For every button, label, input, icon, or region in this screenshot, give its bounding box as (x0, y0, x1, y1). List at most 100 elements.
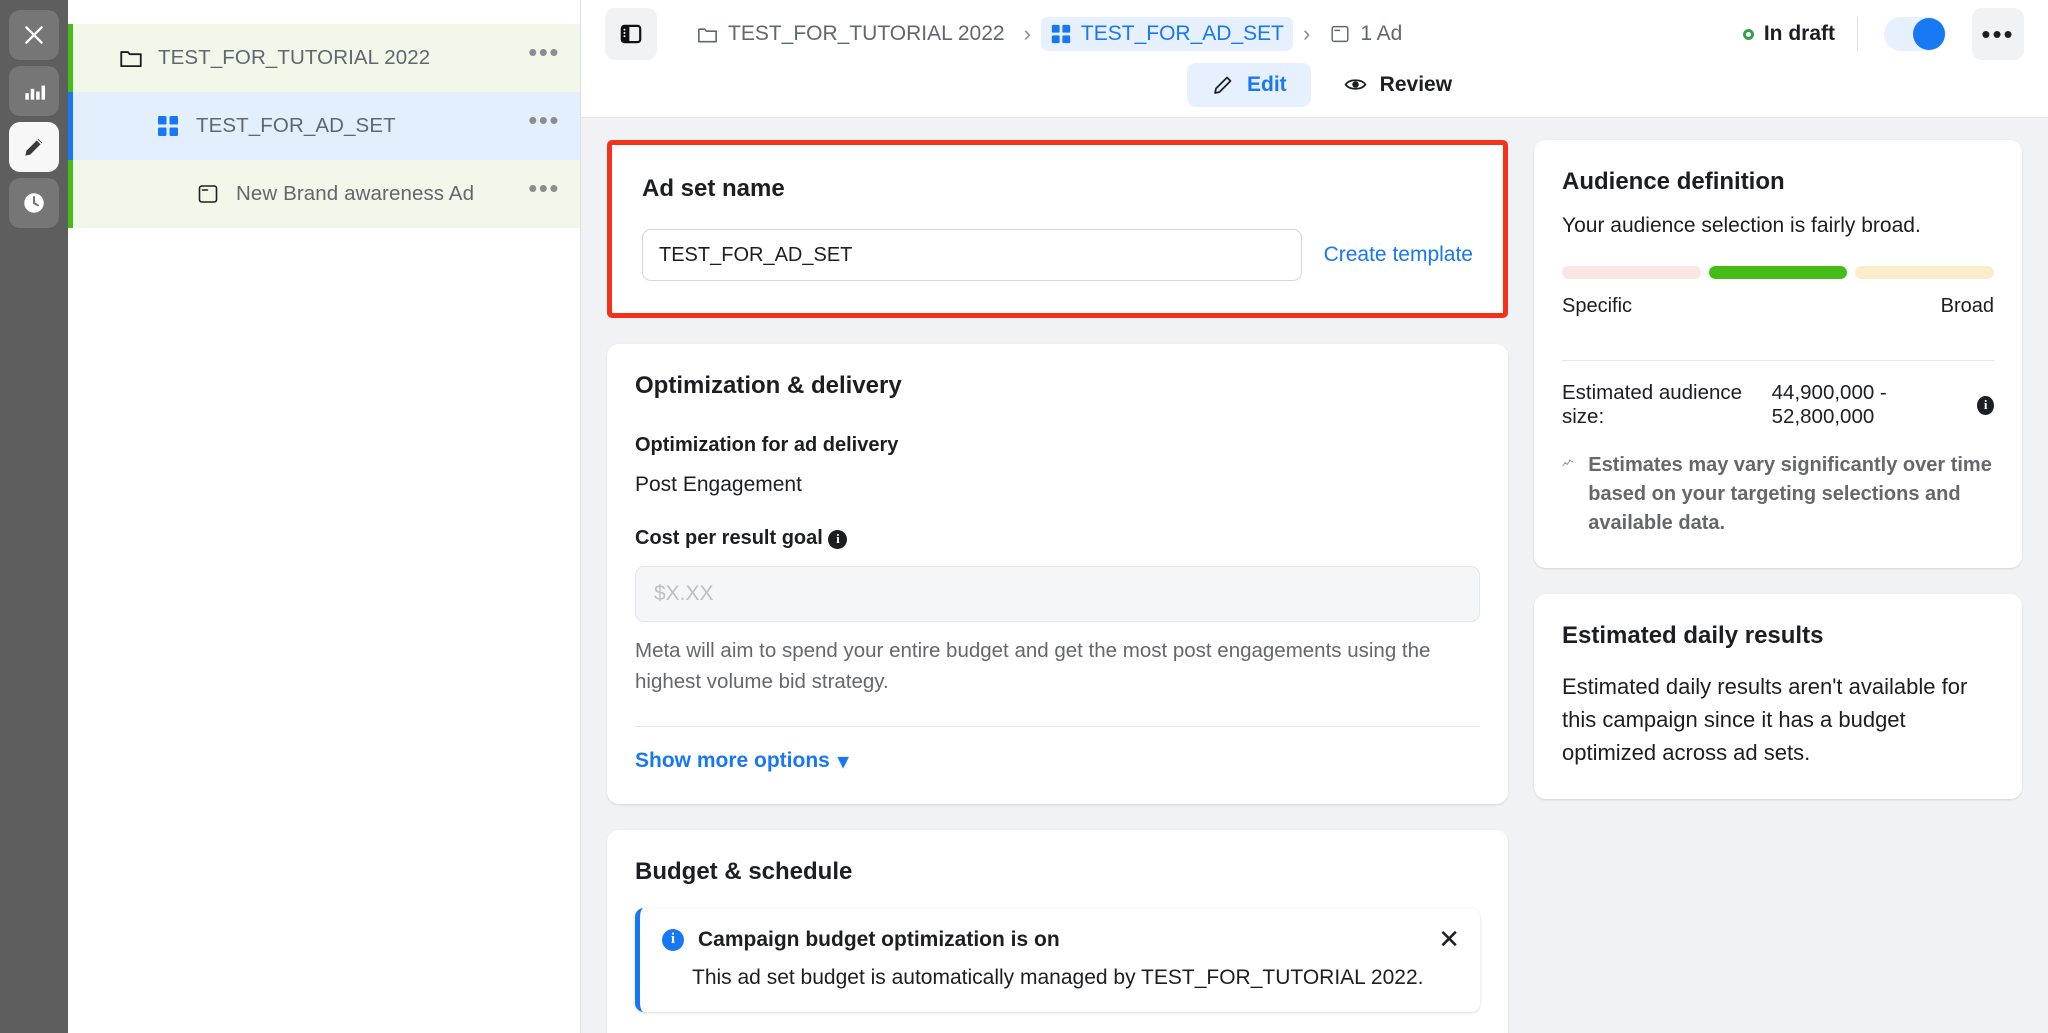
pencil-icon (25, 138, 43, 156)
reporting-button[interactable] (9, 66, 59, 116)
create-template-link[interactable]: Create template (1324, 243, 1473, 267)
tab-label-edit: Edit (1247, 72, 1287, 96)
estimated-daily-results-card: Estimated daily results Estimated daily … (1534, 594, 2022, 799)
more-options-button[interactable]: ••• (1972, 8, 2024, 60)
audience-definition-title: Audience definition (1562, 168, 1785, 195)
ad-status-edge (68, 160, 73, 228)
folder-icon (118, 45, 148, 71)
adset-status-edge (68, 92, 73, 160)
ad-icon (196, 182, 226, 206)
estimated-daily-results-title: Estimated daily results (1562, 622, 1824, 649)
chevron-down-icon: ▾ (837, 749, 849, 773)
meter-label-broad: Broad (1940, 295, 1994, 317)
breadcrumb-item-campaign[interactable]: TEST_FOR_TUTORIAL 2022 (687, 17, 1014, 51)
audience-estimate-note-text: Estimates may vary significantly over ti… (1588, 454, 1992, 534)
breadcrumb-separator: › (1023, 21, 1031, 46)
meter-segment-current (1708, 266, 1848, 279)
budget-schedule-card: Budget & schedule i Campaign budget opti… (607, 829, 1508, 1033)
cbo-notice-head: i Campaign budget optimization is on (662, 928, 1456, 952)
optimization-title: Optimization & delivery (635, 372, 902, 399)
divider (1857, 17, 1858, 51)
app-root: TEST_FOR_TUTORIAL 2022 ••• TEST_FOR_AD_S… (0, 0, 2048, 1033)
tree-row-adset[interactable]: TEST_FOR_AD_SET ••• (68, 92, 580, 160)
toggle-knob (1913, 18, 1945, 50)
tab-review[interactable]: Review (1319, 62, 1476, 107)
meter-label-specific: Specific (1562, 295, 1633, 317)
editor-body: Ad set name TEST_FOR_AD_SET Create templ… (581, 118, 2048, 1033)
clock-icon (24, 193, 44, 213)
status-label: In draft (1763, 22, 1835, 45)
info-icon[interactable]: i (828, 529, 848, 549)
audience-estimate-note: Estimates may vary significantly over ti… (1562, 451, 1994, 538)
close-icon (25, 26, 43, 44)
audience-meter (1562, 266, 1995, 279)
info-icon: i (662, 928, 684, 951)
tab-edit[interactable]: Edit (1187, 62, 1311, 107)
estimated-audience-size-value: 44,900,000 - 52,800,000 (1771, 381, 1887, 428)
trend-line-icon (1562, 459, 1574, 467)
cost-per-result-label: Cost per result goal i (635, 527, 1480, 550)
tree-label-ad: New Brand awareness Ad (236, 182, 475, 205)
campaign-tree-sidebar: TEST_FOR_TUTORIAL 2022 ••• TEST_FOR_AD_S… (68, 0, 581, 1033)
tab-label-review: Review (1379, 72, 1453, 96)
optimization-help-text: Meta will aim to spend your entire budge… (635, 639, 1431, 693)
tree-label-campaign: TEST_FOR_TUTORIAL 2022 (158, 46, 431, 69)
eye-icon (1344, 79, 1367, 90)
adset-name-input[interactable]: TEST_FOR_AD_SET (642, 229, 1302, 281)
adset-more-button[interactable]: ••• (528, 107, 560, 137)
breadcrumb-separator-2: › (1302, 21, 1311, 46)
estimated-daily-results-body: Estimated daily results aren't available… (1562, 674, 1968, 765)
divider (635, 725, 1480, 727)
estimated-audience-size-label: Estimated audience size: (1562, 381, 1743, 428)
info-icon[interactable]: i (1977, 395, 1994, 415)
divider (1562, 360, 1994, 361)
activate-toggle[interactable] (1884, 17, 1946, 51)
campaign-status-edge (68, 24, 73, 92)
status-dot-icon (1742, 28, 1754, 40)
budget-schedule-title: Budget & schedule (635, 857, 853, 885)
close-button[interactable] (9, 10, 59, 60)
status-badge: In draft (1742, 22, 1857, 46)
insights-column: Audience definition Your audience select… (1508, 118, 2048, 1033)
close-icon[interactable]: ✕ (1438, 926, 1460, 952)
breadcrumb-label-adset: TEST_FOR_AD_SET (1080, 22, 1284, 45)
main-content: TEST_FOR_TUTORIAL 2022 › TEST_FOR_AD_SET… (581, 0, 2048, 1033)
top-bar: TEST_FOR_TUTORIAL 2022 › TEST_FOR_AD_SET… (581, 0, 2048, 118)
history-button[interactable] (9, 178, 59, 228)
cbo-notice-body: This ad set budget is automatically mana… (692, 965, 1424, 989)
audience-subtitle: Your audience selection is fairly broad. (1562, 214, 1921, 237)
estimated-audience-size: Estimated audience size: 44,900,000 - 52… (1562, 381, 1994, 429)
breadcrumb-item-ad[interactable]: 1 Ad (1320, 17, 1411, 51)
pencil-icon (1214, 76, 1232, 94)
icon-rail (0, 0, 68, 1033)
editor-main-column: Ad set name TEST_FOR_AD_SET Create templ… (581, 118, 1508, 1033)
ad-icon (1331, 25, 1349, 43)
tree-row-campaign[interactable]: TEST_FOR_TUTORIAL 2022 ••• (68, 24, 580, 92)
audience-meter-labels: Specific Broad (1562, 295, 1994, 318)
ad-more-button[interactable]: ••• (528, 175, 560, 205)
breadcrumb-item-adset[interactable]: TEST_FOR_AD_SET (1040, 17, 1293, 51)
tree-row-ad[interactable]: New Brand awareness Ad ••• (68, 160, 580, 228)
grid-icon (156, 114, 186, 138)
breadcrumb-label-campaign: TEST_FOR_TUTORIAL 2022 (728, 22, 1005, 45)
show-more-options-link[interactable]: Show more options ▾ (635, 749, 848, 774)
cbo-notice: i Campaign budget optimization is on Thi… (635, 907, 1480, 1012)
optimization-delivery-card: Optimization & delivery Optimization for… (607, 344, 1508, 804)
optimization-field-label: Optimization for ad delivery (635, 434, 899, 456)
cost-per-result-input[interactable]: $X.XX (635, 566, 1480, 622)
top-bar-right: In draft ••• (1742, 8, 2024, 60)
adset-name-card: Ad set name TEST_FOR_AD_SET Create templ… (607, 140, 1508, 318)
meter-segment-specific (1562, 266, 1701, 279)
meter-segment-broad (1855, 266, 1995, 279)
tree-label-adset: TEST_FOR_AD_SET (196, 114, 396, 137)
sidebar-toggle-icon (620, 24, 642, 44)
cbo-notice-title: Campaign budget optimization is on (698, 927, 1060, 951)
grid-icon (1051, 24, 1071, 44)
adset-name-title: Ad set name (642, 175, 785, 202)
campaign-more-button[interactable]: ••• (528, 39, 560, 69)
sidebar-toggle-button[interactable] (605, 8, 657, 60)
edit-button[interactable] (9, 122, 59, 172)
optimization-field-value: Post Engagement (635, 473, 802, 496)
chart-bar-icon (25, 85, 46, 100)
audience-definition-card: Audience definition Your audience select… (1534, 140, 2022, 568)
